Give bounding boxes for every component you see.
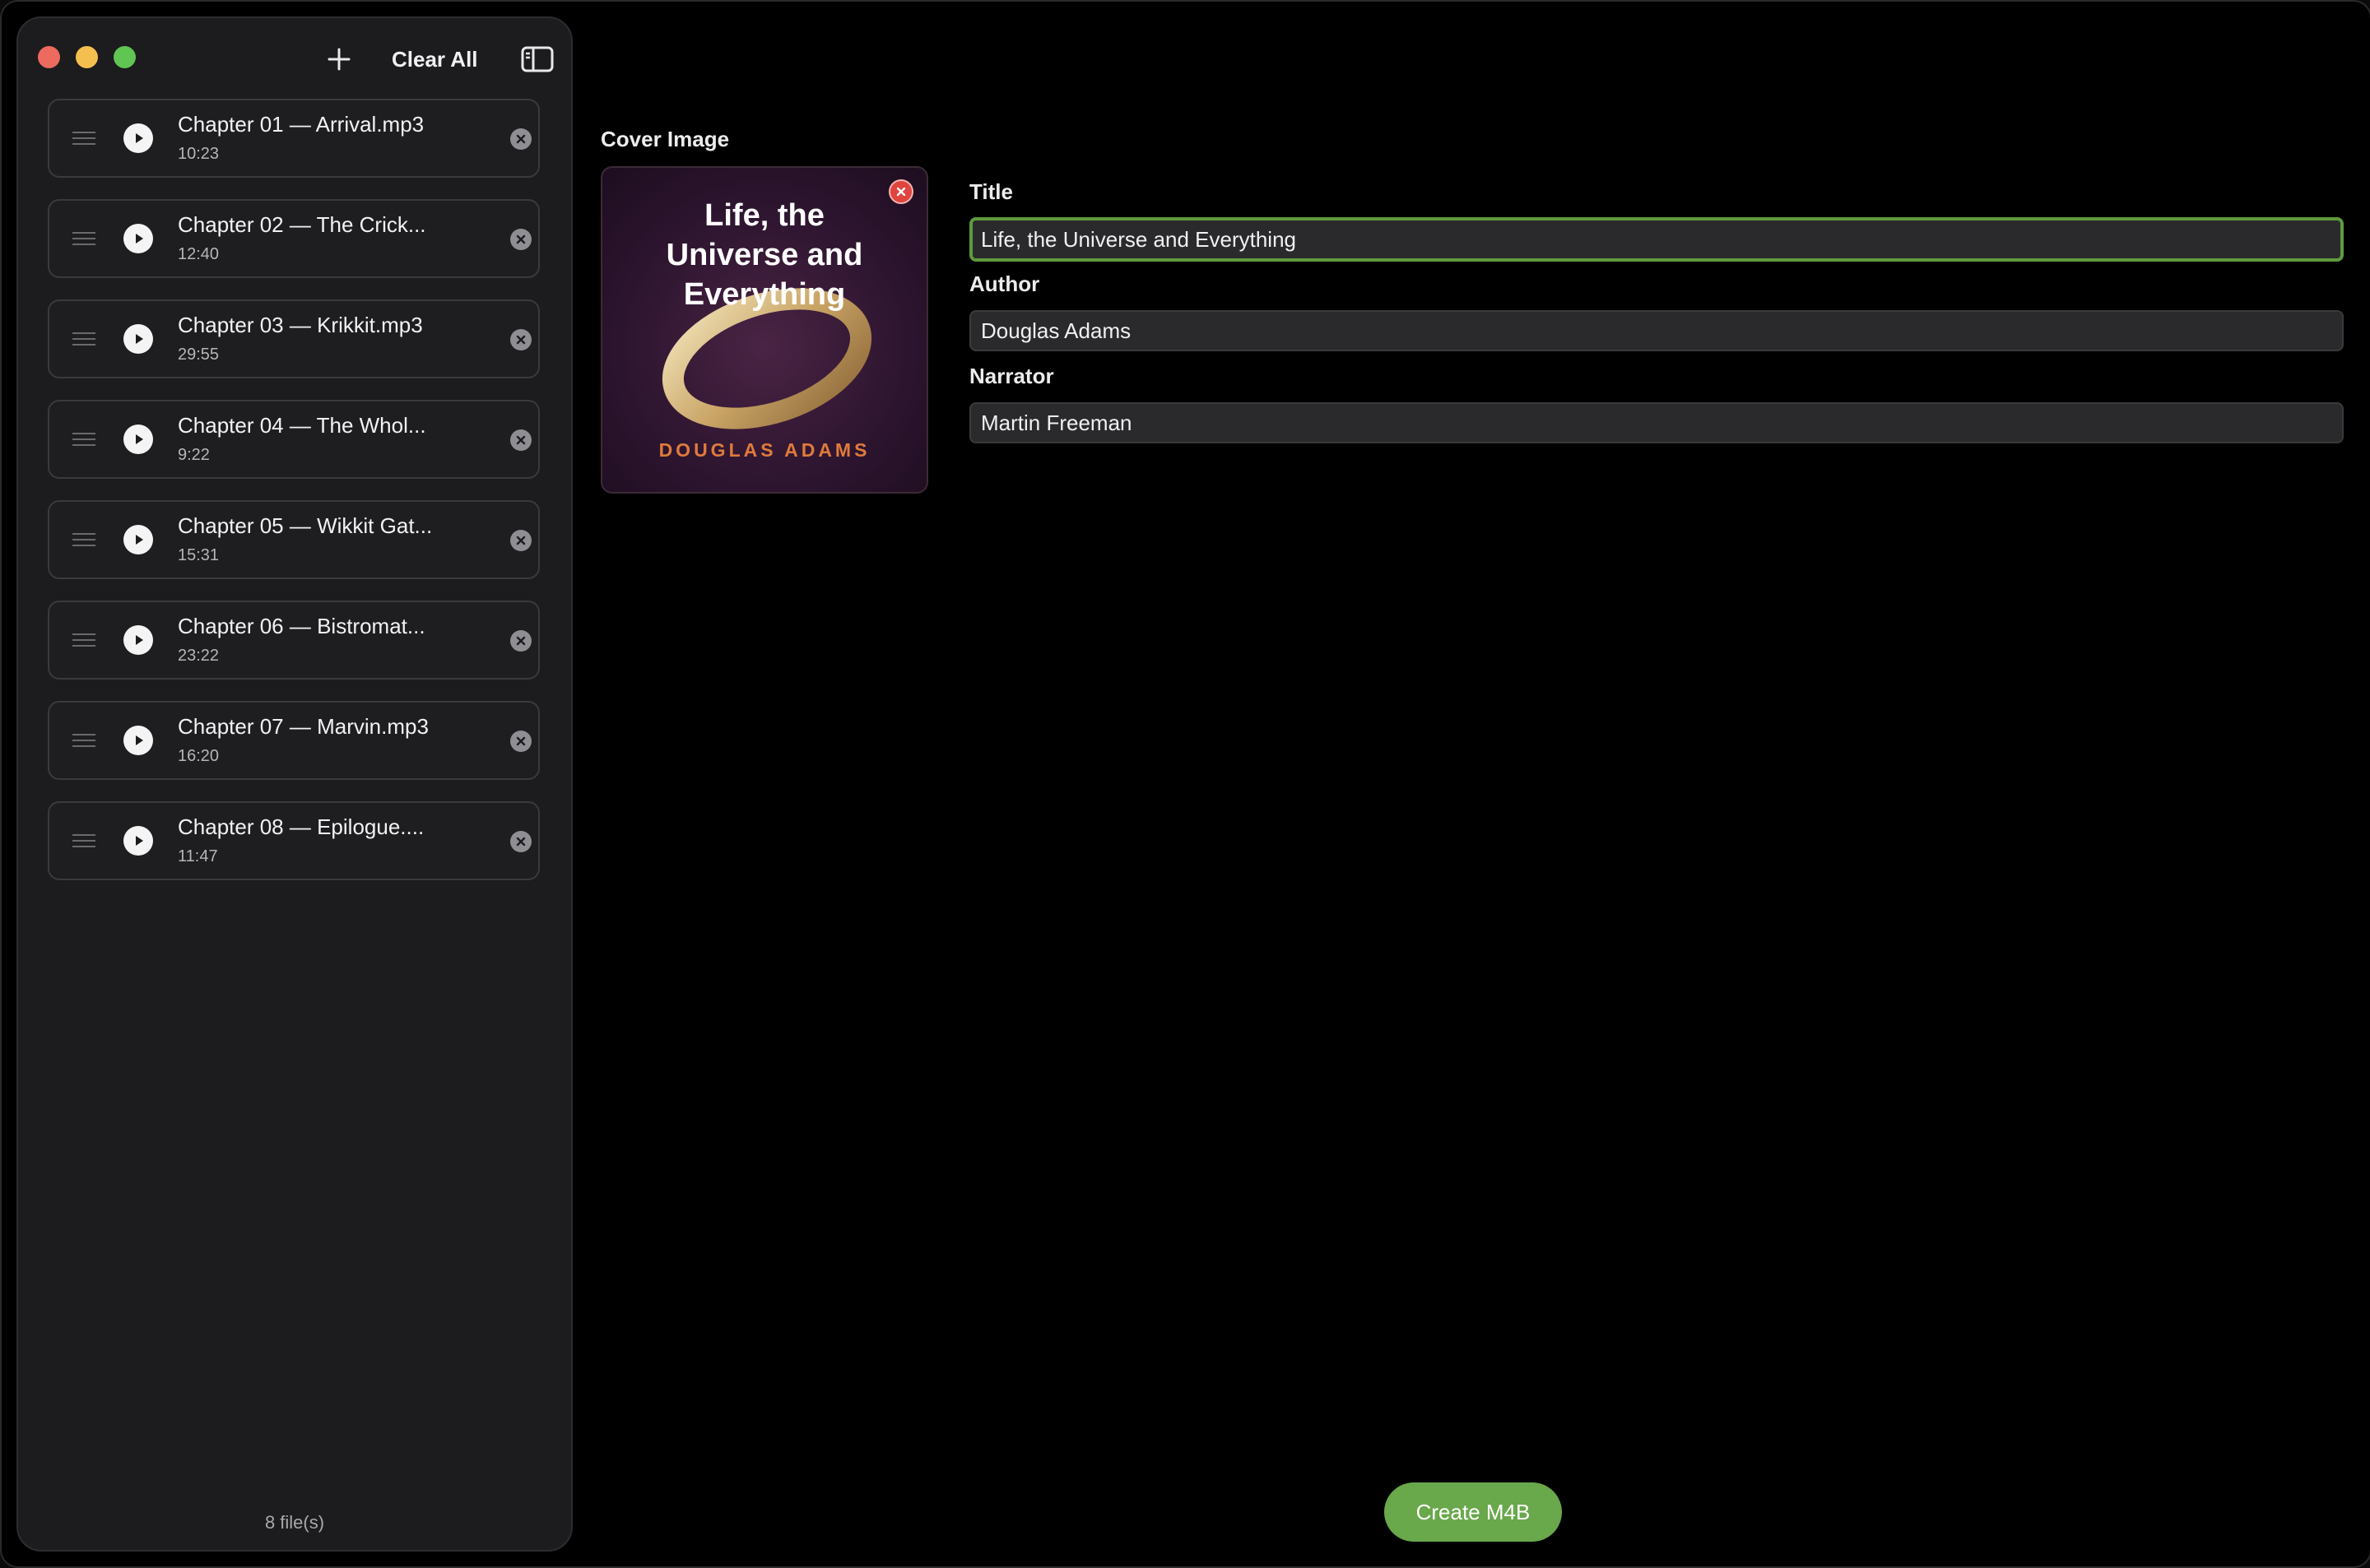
file-count: 8 file(s) [264, 1512, 325, 1533]
window-minimize-button[interactable] [76, 46, 98, 68]
cover-author-text: DOUGLAS ADAMS [658, 439, 871, 461]
close-icon [516, 636, 526, 646]
play-icon [136, 535, 143, 545]
drag-handle-icon[interactable] [72, 232, 95, 245]
file-name: Chapter 06 — Bistromat... [178, 614, 425, 638]
play-button[interactable] [123, 726, 153, 755]
file-duration: 16:20 [178, 747, 220, 765]
create-m4b-button[interactable]: Create M4B [1384, 1482, 1562, 1542]
file-name: Chapter 08 — Epilogue.... [178, 814, 425, 839]
file-list: Chapter 01 — Arrival.mp3 10:23 Chapter 0… [48, 99, 541, 902]
file-item[interactable]: Chapter 04 — The Whol... 9:22 [48, 400, 540, 479]
close-icon [516, 536, 526, 545]
cover-title-text: Life, the Universe and Everything [666, 198, 863, 312]
drag-handle-icon[interactable] [72, 433, 95, 446]
file-duration: 15:31 [178, 546, 220, 564]
drag-handle-icon[interactable] [72, 132, 95, 145]
drag-handle-icon[interactable] [72, 834, 95, 847]
file-duration: 12:40 [178, 245, 220, 263]
play-button[interactable] [123, 424, 153, 454]
play-icon [136, 434, 143, 444]
sidebar-icon [521, 46, 554, 72]
play-button[interactable] [123, 224, 153, 253]
remove-file-button[interactable] [510, 128, 532, 150]
file-name: Chapter 07 — Marvin.mp3 [178, 714, 429, 739]
file-item[interactable]: Chapter 06 — Bistromat... 23:22 [48, 601, 540, 680]
author-field[interactable] [969, 310, 2344, 351]
sidebar: Clear All Chapter 01 — Arrival.mp3 10:23 [16, 16, 573, 1552]
remove-file-button[interactable] [510, 831, 532, 852]
narrator-label: Narrator [969, 364, 1054, 388]
play-button[interactable] [123, 324, 153, 354]
play-button[interactable] [123, 123, 153, 153]
drag-handle-icon[interactable] [72, 633, 95, 647]
file-duration: 29:55 [178, 346, 220, 364]
remove-file-button[interactable] [510, 429, 532, 451]
title-field[interactable] [969, 217, 2344, 262]
close-icon [516, 234, 526, 244]
file-item[interactable]: Chapter 07 — Marvin.mp3 16:20 [48, 701, 540, 780]
remove-file-button[interactable] [510, 630, 532, 652]
title-label: Title [969, 179, 1013, 204]
play-button[interactable] [123, 826, 153, 856]
cover-image-label: Cover Image [601, 127, 730, 151]
file-item[interactable]: Chapter 08 — Epilogue.... 11:47 [48, 801, 540, 880]
play-icon [136, 334, 143, 344]
add-files-button[interactable] [323, 43, 356, 76]
file-duration: 11:47 [178, 847, 218, 865]
remove-file-button[interactable] [510, 530, 532, 551]
play-icon [136, 234, 143, 244]
file-item[interactable]: Chapter 05 — Wikkit Gat... 15:31 [48, 500, 540, 579]
narrator-field[interactable] [969, 402, 2344, 443]
play-button[interactable] [123, 525, 153, 554]
play-icon [136, 635, 143, 645]
remove-file-button[interactable] [510, 229, 532, 250]
file-name: Chapter 05 — Wikkit Gat... [178, 513, 433, 538]
file-duration: 10:23 [178, 145, 220, 163]
file-item[interactable]: Chapter 02 — The Crick... 12:40 [48, 199, 540, 278]
remove-file-button[interactable] [510, 329, 532, 350]
cover-image[interactable]: Life, the Universe and Everything DOUGLA… [601, 166, 928, 494]
drag-handle-icon[interactable] [72, 332, 95, 346]
file-duration: 9:22 [178, 446, 210, 464]
drag-handle-icon[interactable] [72, 533, 95, 546]
window-zoom-button[interactable] [114, 46, 136, 68]
file-name: Chapter 01 — Arrival.mp3 [178, 112, 425, 137]
file-name: Chapter 04 — The Whol... [178, 413, 426, 438]
play-icon [136, 836, 143, 846]
sidebar-toggle-button[interactable] [520, 44, 555, 74]
play-icon [136, 735, 143, 745]
file-item[interactable]: Chapter 01 — Arrival.mp3 10:23 [48, 99, 540, 178]
file-name: Chapter 02 — The Crick... [178, 212, 426, 237]
play-button[interactable] [123, 625, 153, 655]
close-icon [516, 736, 526, 746]
file-item[interactable]: Chapter 03 — Krikkit.mp3 29:55 [48, 299, 540, 378]
file-name: Chapter 03 — Krikkit.mp3 [178, 313, 423, 337]
close-icon [516, 435, 526, 445]
plus-icon [328, 48, 351, 71]
clear-all-button[interactable]: Clear All [392, 43, 478, 76]
play-icon [136, 133, 143, 143]
close-icon [516, 335, 526, 345]
file-duration: 23:22 [178, 647, 220, 665]
close-icon [516, 134, 526, 144]
remove-file-button[interactable] [510, 731, 532, 752]
window-close-button[interactable] [38, 46, 60, 68]
drag-handle-icon[interactable] [72, 734, 95, 747]
close-icon [516, 837, 526, 847]
author-label: Author [969, 271, 1040, 296]
app-window: Clear All Chapter 01 — Arrival.mp3 10:23 [0, 0, 2370, 1568]
